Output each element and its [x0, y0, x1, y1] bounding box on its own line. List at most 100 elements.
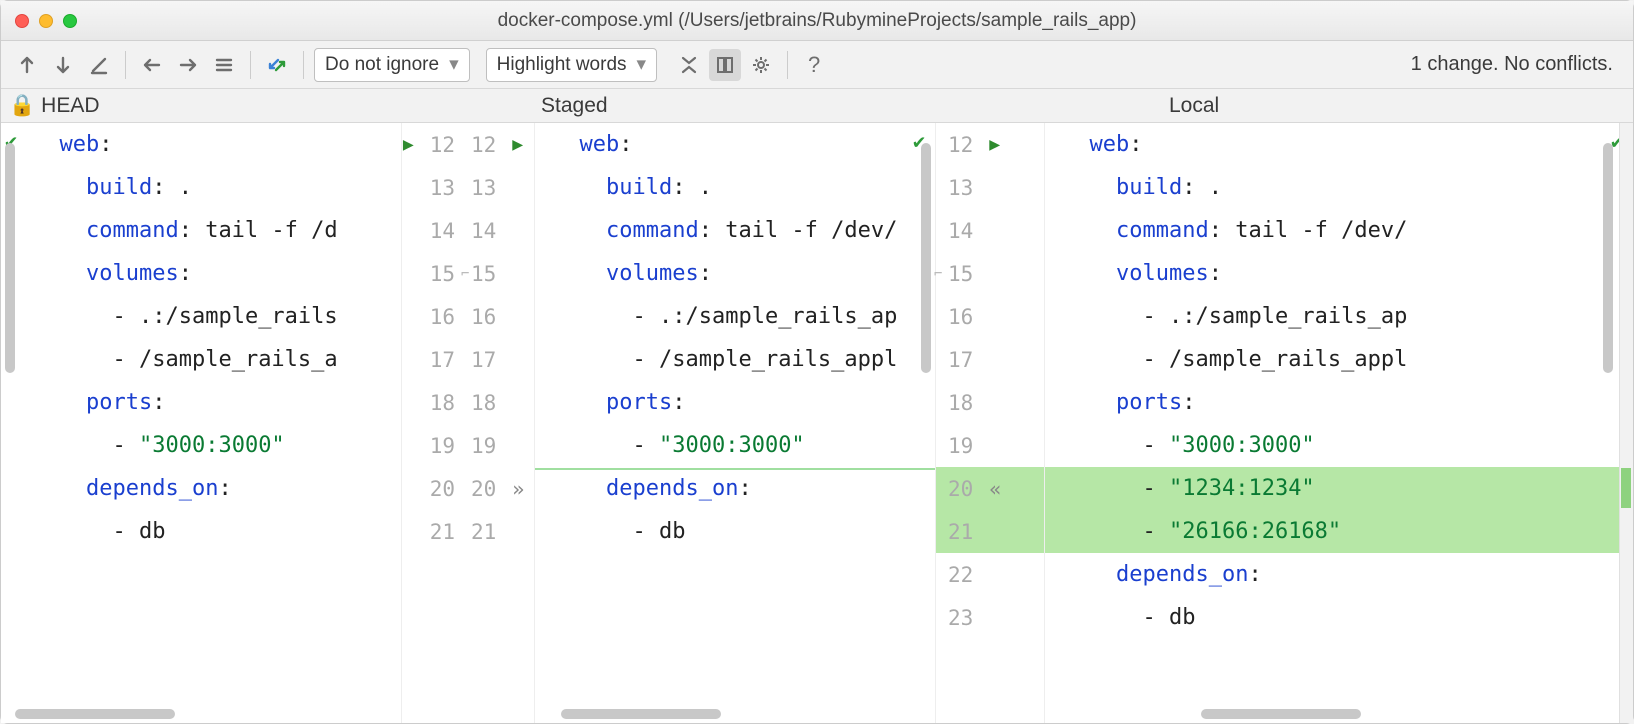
- code-line[interactable]: - .:/sample_rails_ap: [1045, 295, 1633, 338]
- gutter-line[interactable]: 13: [402, 166, 463, 209]
- fold-handle[interactable]: ⌐: [934, 266, 942, 282]
- h-scrollbar[interactable]: [561, 709, 721, 719]
- code-line[interactable]: volumes:: [15, 252, 401, 295]
- gutter-line[interactable]: 16: [936, 295, 1044, 338]
- code-line[interactable]: volumes:: [535, 252, 935, 295]
- prev-change-button[interactable]: [11, 49, 43, 81]
- ignore-dropdown[interactable]: Do not ignore ▾: [314, 48, 470, 82]
- titlebar: docker-compose.yml (/Users/jetbrains/Rub…: [1, 1, 1633, 41]
- chevron-down-icon: ▾: [637, 53, 647, 76]
- gutter-line[interactable]: 15: [463, 252, 534, 295]
- back-button[interactable]: [136, 49, 168, 81]
- code-line[interactable]: ports:: [15, 381, 401, 424]
- gutter-line[interactable]: 15: [402, 252, 463, 295]
- code-line[interactable]: build: .: [15, 166, 401, 209]
- sync-scroll-button[interactable]: [709, 49, 741, 81]
- code-line[interactable]: - "3000:3000": [535, 424, 935, 467]
- gutter-line[interactable]: 13: [936, 166, 1044, 209]
- gutter-line[interactable]: 12▶: [463, 123, 534, 166]
- code-line[interactable]: - /sample_rails_appl: [1045, 338, 1633, 381]
- staged-left-gutter[interactable]: 12▶1314151617181920»21 ⌐: [463, 123, 535, 723]
- gutter-line[interactable]: 13: [463, 166, 534, 209]
- head-gutter[interactable]: ▶12131415161718192021: [401, 123, 463, 723]
- highlight-dropdown[interactable]: Highlight words ▾: [486, 48, 657, 82]
- gutter-line[interactable]: 21: [463, 510, 534, 553]
- code-line[interactable]: build: .: [535, 166, 935, 209]
- code-line[interactable]: - .:/sample_rails: [15, 295, 401, 338]
- code-line[interactable]: - "26166:26168": [1045, 510, 1633, 553]
- gutter-line[interactable]: 19: [402, 424, 463, 467]
- ignore-dropdown-label: Do not ignore: [325, 54, 439, 76]
- h-scrollbar[interactable]: [1201, 709, 1361, 719]
- gutter-line[interactable]: 19: [936, 424, 1044, 467]
- code-line[interactable]: - db: [1045, 596, 1633, 639]
- local-pane-label: Local: [1169, 94, 1219, 117]
- lock-icon: 🔒: [9, 94, 35, 118]
- code-line[interactable]: - "1234:1234": [1045, 467, 1633, 510]
- next-change-button[interactable]: [47, 49, 79, 81]
- code-line[interactable]: web:: [1045, 123, 1633, 166]
- diff-area: ✔ web: build: . command: tail -f /d volu…: [1, 123, 1633, 723]
- code-line[interactable]: command: tail -f /d: [15, 209, 401, 252]
- diff-status-text: 1 change. No conflicts.: [1411, 53, 1613, 76]
- settings-button[interactable]: [745, 49, 777, 81]
- gutter-line[interactable]: 15: [936, 252, 1044, 295]
- gutter-line[interactable]: 21: [936, 510, 1044, 553]
- gutter-line[interactable]: 20: [402, 467, 463, 510]
- gutter-line[interactable]: 18: [463, 381, 534, 424]
- gutter-line[interactable]: 12▶: [936, 123, 1044, 166]
- local-code-pane[interactable]: ✔ web: build: . command: tail -f /dev/ v…: [1045, 123, 1633, 723]
- edit-button[interactable]: [83, 49, 115, 81]
- code-line[interactable]: ports:: [535, 381, 935, 424]
- code-line[interactable]: - "3000:3000": [15, 424, 401, 467]
- gutter-line[interactable]: 20»: [463, 467, 534, 510]
- gutter-line[interactable]: 22: [936, 553, 1044, 596]
- code-line[interactable]: ports:: [1045, 381, 1633, 424]
- gutter-line[interactable]: 16: [402, 295, 463, 338]
- gutter-line[interactable]: 18: [402, 381, 463, 424]
- code-line[interactable]: command: tail -f /dev/: [535, 209, 935, 252]
- head-code-pane[interactable]: ✔ web: build: . command: tail -f /d volu…: [1, 123, 401, 723]
- staged-pane-label: Staged: [541, 94, 608, 117]
- gutter-line[interactable]: 21: [402, 510, 463, 553]
- gutter-line[interactable]: 20«: [936, 467, 1044, 510]
- error-stripe[interactable]: [1619, 123, 1633, 723]
- code-line[interactable]: web:: [535, 123, 935, 166]
- window-title: docker-compose.yml (/Users/jetbrains/Rub…: [1, 10, 1633, 32]
- fold-handle[interactable]: ⌐: [461, 266, 469, 282]
- gutter-line[interactable]: 23: [936, 596, 1044, 639]
- gutter-line[interactable]: 17: [936, 338, 1044, 381]
- code-line[interactable]: build: .: [1045, 166, 1633, 209]
- code-line[interactable]: - "3000:3000": [1045, 424, 1633, 467]
- code-line[interactable]: depends_on:: [535, 467, 935, 510]
- help-button[interactable]: ?: [798, 49, 830, 81]
- gutter-line[interactable]: 19: [463, 424, 534, 467]
- staged-code-pane[interactable]: ✔ web: build: . command: tail -f /dev/ v…: [535, 123, 935, 723]
- gutter-line[interactable]: 17: [463, 338, 534, 381]
- code-line[interactable]: command: tail -f /dev/: [1045, 209, 1633, 252]
- forward-button[interactable]: [172, 49, 204, 81]
- code-line[interactable]: - .:/sample_rails_ap: [535, 295, 935, 338]
- gutter-line[interactable]: 14: [402, 209, 463, 252]
- gutter-line[interactable]: ▶12: [402, 123, 463, 166]
- gutter-line[interactable]: 14: [463, 209, 534, 252]
- gutter-line[interactable]: 17: [402, 338, 463, 381]
- code-line[interactable]: depends_on:: [1045, 553, 1633, 596]
- gutter-line[interactable]: 16: [463, 295, 534, 338]
- gutter-line[interactable]: 18: [936, 381, 1044, 424]
- swap-button[interactable]: [261, 49, 293, 81]
- code-line[interactable]: volumes:: [1045, 252, 1633, 295]
- code-line[interactable]: depends_on:: [15, 467, 401, 510]
- code-line[interactable]: web:: [15, 123, 401, 166]
- collapse-unchanged-button[interactable]: [673, 49, 705, 81]
- local-gutter[interactable]: 12▶1314151617181920«212223 ⌐: [935, 123, 1045, 723]
- head-pane-label: HEAD: [41, 94, 99, 118]
- code-line[interactable]: - db: [535, 510, 935, 553]
- gutter-line[interactable]: 14: [936, 209, 1044, 252]
- code-line[interactable]: - db: [15, 510, 401, 553]
- code-line[interactable]: - /sample_rails_a: [15, 338, 401, 381]
- h-scrollbar[interactable]: [15, 709, 175, 719]
- diff-toolbar: Do not ignore ▾ Highlight words ▾ ? 1 ch…: [1, 41, 1633, 89]
- list-mode-button[interactable]: [208, 49, 240, 81]
- code-line[interactable]: - /sample_rails_appl: [535, 338, 935, 381]
